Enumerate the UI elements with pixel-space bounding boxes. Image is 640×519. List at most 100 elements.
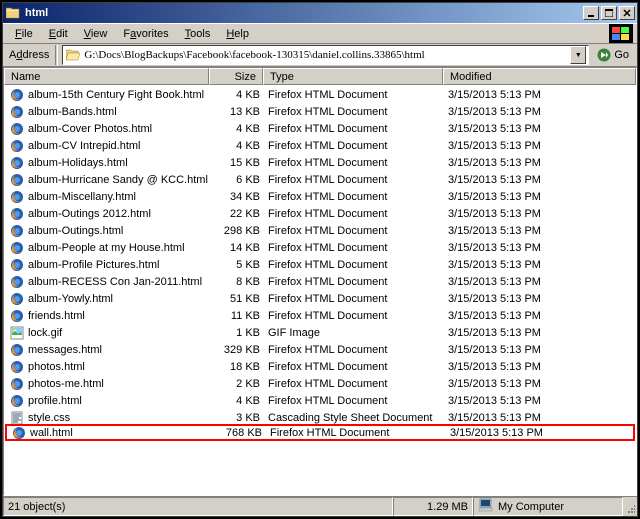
file-size: 5 KB [210, 259, 264, 271]
file-row[interactable]: friends.html11 KBFirefox HTML Document3/… [5, 307, 635, 324]
file-type-icon [9, 257, 25, 273]
file-name: profile.html [28, 395, 82, 407]
file-type: Firefox HTML Document [264, 259, 444, 271]
file-size: 51 KB [210, 293, 264, 305]
titlebar[interactable]: html [3, 3, 637, 23]
file-size: 2 KB [210, 378, 264, 390]
file-row[interactable]: album-People at my House.html14 KBFirefo… [5, 239, 635, 256]
minimize-button[interactable] [583, 6, 599, 20]
file-modified: 3/15/2013 5:13 PM [444, 310, 635, 322]
file-type-icon [9, 342, 25, 358]
file-list-body[interactable]: album-15th Century Fight Book.html4 KBFi… [4, 85, 636, 495]
file-row[interactable]: photos-me.html2 KBFirefox HTML Document3… [5, 375, 635, 392]
file-size: 3 KB [210, 412, 264, 424]
file-size: 4 KB [210, 140, 264, 152]
file-type: Firefox HTML Document [264, 89, 444, 101]
file-name: album-Holidays.html [28, 157, 128, 169]
file-modified: 3/15/2013 5:13 PM [444, 106, 635, 118]
file-row[interactable]: messages.html329 KBFirefox HTML Document… [5, 341, 635, 358]
resize-grip[interactable] [623, 497, 637, 516]
file-list: Name Size Type Modified album-15th Centu… [3, 67, 637, 496]
file-row[interactable]: album-CV Intrepid.html4 KBFirefox HTML D… [5, 137, 635, 154]
address-input[interactable] [84, 49, 570, 61]
col-name[interactable]: Name [4, 68, 209, 85]
file-size: 18 KB [210, 361, 264, 373]
close-button[interactable] [619, 6, 635, 20]
file-name: album-RECESS Con Jan-2011.html [28, 276, 202, 288]
file-modified: 3/15/2013 5:13 PM [444, 123, 635, 135]
file-type: Firefox HTML Document [264, 208, 444, 220]
menu-favorites[interactable]: Favorites [115, 26, 176, 42]
file-type: Cascading Style Sheet Document [264, 412, 444, 424]
file-type-icon [9, 189, 25, 205]
file-modified: 3/15/2013 5:13 PM [444, 293, 635, 305]
file-type: Firefox HTML Document [264, 191, 444, 203]
file-modified: 3/15/2013 5:13 PM [446, 427, 633, 439]
file-row[interactable]: photos.html18 KBFirefox HTML Document3/1… [5, 358, 635, 375]
file-type: Firefox HTML Document [266, 427, 446, 439]
status-location-text: My Computer [498, 501, 564, 513]
file-name: album-15th Century Fight Book.html [28, 89, 204, 101]
file-size: 768 KB [212, 427, 266, 439]
file-name: album-Bands.html [28, 106, 117, 118]
file-modified: 3/15/2013 5:13 PM [444, 259, 635, 271]
file-type-icon [9, 291, 25, 307]
menu-edit[interactable]: Edit [41, 26, 76, 42]
col-size[interactable]: Size [209, 68, 263, 85]
file-name: messages.html [28, 344, 102, 356]
file-row[interactable]: album-RECESS Con Jan-2011.html8 KBFirefo… [5, 273, 635, 290]
windows-logo-icon [609, 24, 633, 44]
file-modified: 3/15/2013 5:13 PM [444, 208, 635, 220]
col-modified[interactable]: Modified [443, 68, 636, 85]
file-row[interactable]: album-Hurricane Sandy @ KCC.html6 KBFire… [5, 171, 635, 188]
go-arrow-icon [597, 48, 611, 62]
file-name: wall.html [30, 427, 73, 439]
file-row[interactable]: album-Holidays.html15 KBFirefox HTML Doc… [5, 154, 635, 171]
file-size: 1 KB [210, 327, 264, 339]
window-title: html [25, 7, 583, 19]
file-row[interactable]: lock.gif1 KBGIF Image3/15/2013 5:13 PM [5, 324, 635, 341]
menu-file[interactable]: File [7, 26, 41, 42]
file-modified: 3/15/2013 5:13 PM [444, 242, 635, 254]
menu-help[interactable]: Help [218, 26, 257, 42]
menu-view[interactable]: View [76, 26, 116, 42]
file-type-icon [9, 240, 25, 256]
file-modified: 3/15/2013 5:13 PM [444, 361, 635, 373]
address-input-wrap[interactable]: ▼ [62, 45, 589, 65]
file-row[interactable]: album-Miscellany.html34 KBFirefox HTML D… [5, 188, 635, 205]
status-objects: 21 object(s) [3, 497, 393, 516]
menu-tools[interactable]: Tools [177, 26, 219, 42]
go-button[interactable]: Go [593, 48, 633, 62]
col-type[interactable]: Type [263, 68, 443, 85]
file-name: album-Outings.html [28, 225, 123, 237]
file-type: Firefox HTML Document [264, 395, 444, 407]
file-size: 6 KB [210, 174, 264, 186]
file-row[interactable]: album-Outings 2012.html22 KBFirefox HTML… [5, 205, 635, 222]
file-name: photos.html [28, 361, 85, 373]
file-modified: 3/15/2013 5:13 PM [444, 378, 635, 390]
file-row[interactable]: wall.html 768 KBFirefox HTML Document3/15… [5, 424, 635, 441]
file-size: 4 KB [210, 89, 264, 101]
file-size: 4 KB [210, 123, 264, 135]
column-headers: Name Size Type Modified [4, 68, 636, 85]
file-type-icon [9, 376, 25, 392]
file-size: 4 KB [210, 395, 264, 407]
file-type-icon [9, 172, 25, 188]
file-name: album-Outings 2012.html [28, 208, 151, 220]
file-size: 15 KB [210, 157, 264, 169]
file-row[interactable]: album-Outings.html298 KBFirefox HTML Doc… [5, 222, 635, 239]
separator [55, 45, 58, 65]
status-size: 1.29 MB [393, 497, 473, 516]
file-type-icon [9, 308, 25, 324]
file-type-icon [9, 223, 25, 239]
file-name: album-People at my House.html [28, 242, 185, 254]
file-row[interactable]: album-15th Century Fight Book.html 4 KBFi… [5, 86, 635, 103]
file-row[interactable]: album-Yowly.html51 KBFirefox HTML Docume… [5, 290, 635, 307]
file-row[interactable]: profile.html4 KBFirefox HTML Document3/1… [5, 392, 635, 409]
address-dropdown[interactable]: ▼ [570, 46, 586, 64]
file-row[interactable]: album-Bands.html13 KBFirefox HTML Docume… [5, 103, 635, 120]
maximize-button[interactable] [601, 6, 617, 20]
file-modified: 3/15/2013 5:13 PM [444, 327, 635, 339]
file-row[interactable]: album-Cover Photos.html4 KBFirefox HTML … [5, 120, 635, 137]
file-row[interactable]: album-Profile Pictures.html5 KBFirefox H… [5, 256, 635, 273]
